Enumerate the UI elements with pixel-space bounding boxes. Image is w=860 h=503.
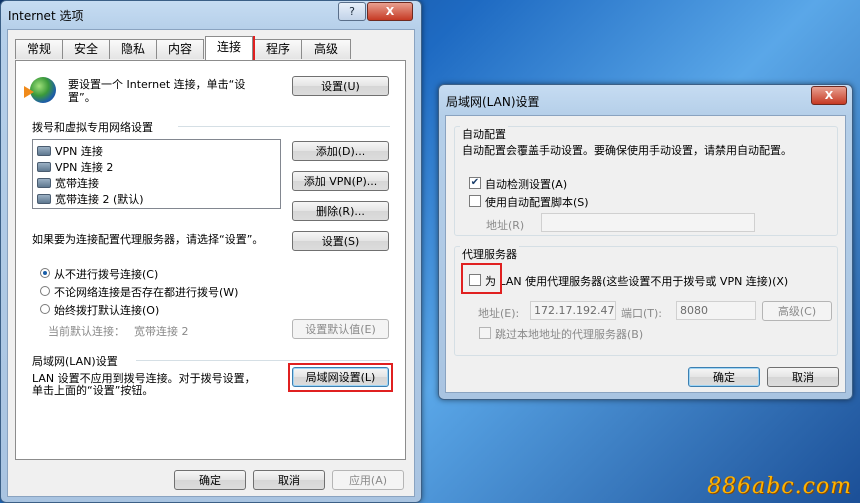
setup-button[interactable]: 设置(U) (292, 76, 389, 96)
window-title: Internet 选项 (8, 9, 84, 23)
help-button[interactable]: ? (338, 2, 366, 21)
use-proxy-label[interactable]: 为 LAN 使用代理服务器(这些设置不用于拨号或 VPN 连接)(X) (485, 273, 788, 289)
lan-ok-button[interactable]: 确定 (688, 367, 760, 387)
list-item[interactable]: VPN 连接 (37, 143, 103, 159)
set-default-button[interactable]: 设置默认值(E) (292, 319, 389, 339)
lan-window-title: 局域网(LAN)设置 (446, 95, 540, 109)
connections-list[interactable]: VPN 连接 VPN 连接 2 宽带连接 宽带连接 2 (默认) (32, 139, 281, 209)
arrow-icon (24, 86, 34, 98)
ok-button[interactable]: 确定 (174, 470, 246, 490)
proxy-checkbox-highlight (461, 263, 502, 294)
client-area: 常规 安全 隐私 内容 连接 程序 高级 要设置一个 Internet 连接，单… (7, 29, 415, 497)
lan-settings-window: 局域网(LAN)设置 X 自动配置 自动配置会覆盖手动设置。要确保使用手动设置，… (438, 84, 853, 400)
remove-button[interactable]: 删除(R)... (292, 201, 389, 221)
current-default-value: 宽带连接 2 (134, 325, 189, 338)
dialup-heading: 拨号和虚拟专用网络设置 (32, 121, 153, 134)
lan-button-highlight (288, 363, 393, 392)
connection-icon (37, 146, 51, 156)
script-address-label: 地址(R) (486, 219, 525, 232)
cancel-button[interactable]: 取消 (253, 470, 325, 490)
dialup-separator (178, 126, 390, 127)
proxy-address-label: 地址(E): (478, 307, 520, 320)
tab-privacy[interactable]: 隐私 (109, 39, 157, 59)
current-default-label: 当前默认连接： (48, 325, 125, 338)
auto-config-desc: 自动配置会覆盖手动设置。要确保使用手动设置，请禁用自动配置。 (462, 144, 792, 157)
list-item[interactable]: 宽带连接 (37, 175, 99, 191)
tab-advanced[interactable]: 高级 (301, 39, 351, 59)
tab-strip: 常规 安全 隐私 内容 连接 程序 高级 (15, 36, 405, 61)
close-button[interactable]: X (367, 2, 413, 21)
connection-icon (37, 178, 51, 188)
radio-dial-whenever-label[interactable]: 不论网络连接是否存在都进行拨号(W) (54, 284, 238, 300)
add-button[interactable]: 添加(D)... (292, 141, 389, 161)
auto-detect-checkbox[interactable]: ✔ (469, 177, 481, 189)
list-item[interactable]: 宽带连接 2 (默认) (37, 191, 144, 207)
list-item[interactable]: VPN 连接 2 (37, 159, 113, 175)
radio-dial-whenever[interactable] (40, 286, 50, 296)
tab-programs[interactable]: 程序 (254, 39, 302, 59)
radio-never-dial[interactable] (40, 268, 50, 278)
use-script-label[interactable]: 使用自动配置脚本(S) (485, 194, 589, 210)
watermark: 886abc.com (707, 474, 852, 499)
port-input[interactable]: 8080 (676, 301, 756, 320)
auto-detect-label[interactable]: 自动检测设置(A) (485, 176, 567, 192)
connections-panel: 要设置一个 Internet 连接，单击“设置”。 设置(U) 拨号和虚拟专用网… (15, 60, 406, 460)
proxy-address-input[interactable]: 172.17.192.47 (530, 301, 616, 320)
setup-text: 要设置一个 Internet 连接，单击“设置”。 (68, 78, 246, 104)
connection-icon (37, 162, 51, 172)
port-label: 端口(T): (621, 307, 663, 320)
lan-text: LAN 设置不应用到拨号连接。对于拨号设置，单击上面的“设置”按钮。 (32, 372, 256, 397)
tab-content[interactable]: 内容 (156, 39, 204, 59)
advanced-button[interactable]: 高级(C) (762, 301, 832, 321)
tab-connections[interactable]: 连接 (205, 36, 253, 60)
tab-general[interactable]: 常规 (15, 39, 63, 59)
proxy-text: 如果要为连接配置代理服务器，请选择“设置”。 (32, 233, 264, 246)
bypass-local-checkbox[interactable] (479, 327, 491, 339)
script-address-input[interactable] (541, 213, 755, 232)
connection-icon (37, 194, 51, 204)
lan-close-button[interactable]: X (811, 86, 847, 105)
settings-button[interactable]: 设置(S) (292, 231, 389, 251)
auto-config-heading: 自动配置 (460, 126, 508, 142)
apply-button[interactable]: 应用(A) (332, 470, 404, 490)
radio-always-dial[interactable] (40, 304, 50, 314)
bypass-local-label[interactable]: 跳过本地地址的代理服务器(B) (495, 326, 643, 342)
lan-cancel-button[interactable]: 取消 (767, 367, 839, 387)
proxy-heading: 代理服务器 (460, 246, 519, 262)
use-script-checkbox[interactable] (469, 195, 481, 207)
lan-client-area: 自动配置 自动配置会覆盖手动设置。要确保使用手动设置，请禁用自动配置。 ✔ 自动… (445, 115, 846, 393)
radio-never-dial-label[interactable]: 从不进行拨号连接(C) (54, 266, 158, 282)
radio-always-dial-label[interactable]: 始终拨打默认连接(O) (54, 302, 159, 318)
lan-separator (136, 360, 390, 361)
internet-options-window: Internet 选项 ? X 常规 安全 隐私 内容 连接 程序 高级 要设置… (0, 0, 422, 503)
lan-heading: 局域网(LAN)设置 (32, 355, 118, 368)
add-vpn-button[interactable]: 添加 VPN(P)... (292, 171, 389, 191)
tab-security[interactable]: 安全 (62, 39, 110, 59)
